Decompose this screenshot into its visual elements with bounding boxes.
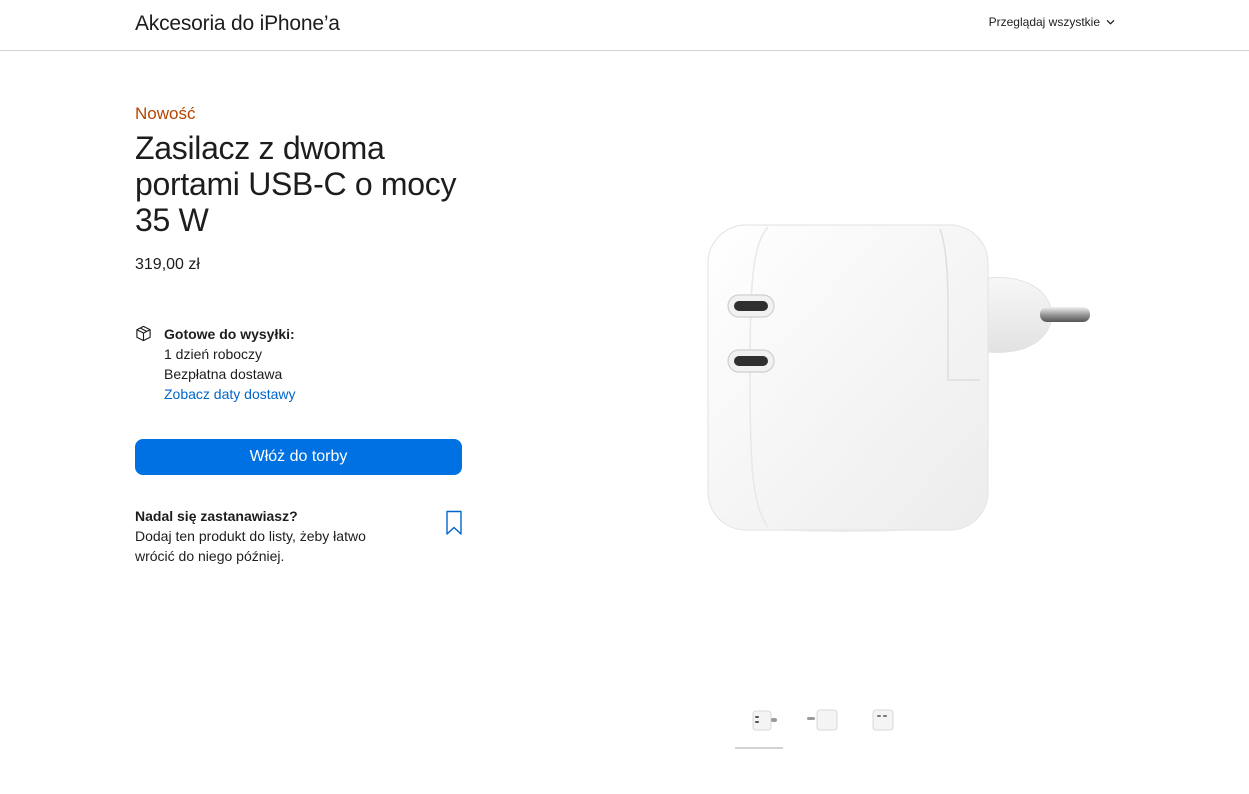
delivery-info: Gotowe do wysyłki: 1 dzień roboczy Bezpł… — [135, 324, 296, 404]
charger-thumbnail-icon — [807, 709, 838, 731]
charger-thumbnail-icon — [752, 710, 777, 731]
product-image — [707, 224, 1090, 532]
thumbnail-side[interactable] — [797, 700, 845, 740]
thumbnail-front[interactable] — [735, 700, 783, 749]
page-category-title[interactable]: Akcesoria do iPhone’a — [135, 12, 340, 36]
new-badge: Nowość — [135, 104, 196, 123]
top-navigation-bar: Akcesoria do iPhone’a Przeglądaj wszystk… — [0, 0, 1249, 51]
thumbnail-back[interactable] — [859, 700, 907, 740]
product-title: Zasilacz z dwoma portami USB-C o mocy 35… — [135, 130, 457, 238]
delivery-dates-link[interactable]: Zobacz daty dostawy — [164, 384, 296, 404]
box-icon — [136, 325, 151, 342]
delivery-shipping: Bezpłatna dostawa — [164, 366, 283, 382]
charger-thumbnail-icon — [872, 709, 894, 731]
thumbnail-strip — [735, 700, 907, 749]
browse-all-label[interactable]: Przeglądaj wszystkie — [989, 15, 1100, 29]
save-for-later: Nadal się zastanawiasz? Dodaj ten produk… — [135, 506, 465, 566]
delivery-heading: Gotowe do wysyłki: — [164, 326, 295, 342]
save-heading: Nadal się zastanawiasz? — [135, 508, 298, 524]
bookmark-icon[interactable] — [445, 510, 463, 536]
product-price: 319,00 zł — [135, 256, 200, 273]
add-to-bag-button[interactable]: Włóż do torby — [135, 439, 462, 475]
browse-all-menu[interactable]: Przeglądaj wszystkie — [989, 15, 1115, 29]
chevron-down-icon[interactable] — [1106, 18, 1115, 27]
save-description: Dodaj ten produkt do listy, żeby łatwo w… — [135, 528, 366, 564]
delivery-time: 1 dzień roboczy — [164, 346, 263, 362]
